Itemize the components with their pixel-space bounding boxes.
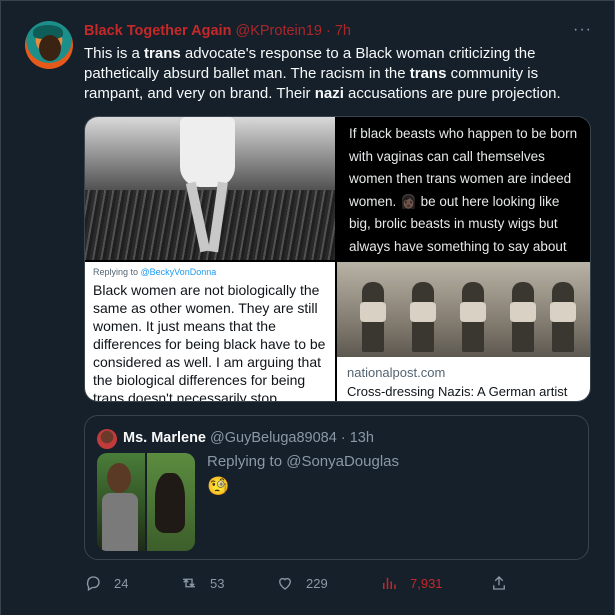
author-name[interactable]: Black Together Again	[84, 23, 231, 39]
media-grid: If black beasts who happen to be born wi…	[84, 116, 591, 402]
heart-icon	[279, 577, 291, 590]
quote-header: Ms. Marlene @GuyBeluga89084 · 13h	[123, 430, 374, 446]
archival-photo	[337, 262, 590, 357]
tweet-text-bold: trans	[144, 45, 181, 62]
like-button[interactable]: 229	[276, 574, 328, 592]
more-options-icon[interactable]: ···	[573, 21, 592, 39]
quote-image-woman	[97, 453, 145, 551]
quote-replying-to: Replying to @SonyaDouglas	[207, 453, 400, 470]
photo-skirt	[550, 302, 576, 322]
photo-skirt	[460, 302, 486, 322]
tweet-text-bold: nazi	[314, 85, 344, 102]
views-count: 7,931	[410, 575, 443, 591]
link-caption: Cross-dressing Nazis: A German artist	[347, 384, 568, 399]
author-handle[interactable]: @KProtein19	[235, 23, 321, 39]
tweet-header: Black Together Again @KProtein19 · 7h	[84, 23, 351, 39]
media-screenshot-text[interactable]: If black beasts who happen to be born wi…	[337, 117, 590, 260]
share-button[interactable]	[490, 574, 508, 592]
quote-image-ape	[147, 453, 195, 551]
tweet-text-part: accusations are pure projection.	[343, 85, 561, 102]
reply-text: Black women are not biologically the sam…	[93, 282, 326, 402]
avatar-face	[39, 35, 61, 61]
woman-head	[107, 463, 131, 493]
views-button[interactable]: 7,931	[380, 574, 443, 592]
screenshot-text: If black beasts who happen to be born wi…	[349, 126, 578, 254]
retweet-button[interactable]: 53	[180, 574, 224, 592]
like-count: 229	[306, 575, 328, 591]
woman-body	[102, 493, 138, 551]
views-chart-icon	[383, 577, 396, 589]
reply-prefix: Replying to	[93, 267, 141, 277]
reply-count: 24	[114, 575, 129, 591]
retweet-icon	[183, 578, 195, 588]
action-bar: 24 53 229 7,931	[84, 574, 594, 596]
dancer-dress	[180, 117, 235, 187]
ape-figure	[155, 473, 185, 533]
tweet-text-part: This is a	[84, 45, 145, 62]
quote-author-name[interactable]: Ms. Marlene	[123, 430, 206, 446]
quote-author-handle[interactable]: @GuyBeluga89084	[210, 430, 337, 446]
media-link-card[interactable]: nationalpost.com Cross-dressing Nazis: A…	[337, 262, 590, 401]
tweet: Black Together Again @KProtein19 · 7h ··…	[0, 0, 615, 615]
media-photo-dancer[interactable]	[85, 117, 335, 260]
quote-image[interactable]	[97, 453, 195, 551]
photo-skirt	[360, 302, 386, 322]
reply-button[interactable]: 24	[84, 574, 128, 592]
separator-dot: ·	[340, 430, 346, 446]
reply-icon	[86, 576, 100, 591]
photo-skirt	[510, 302, 536, 322]
reply-handle: @BeckyVonDonna	[140, 267, 217, 277]
tweet-time[interactable]: 7h	[335, 23, 351, 39]
tweet-text-bold: trans	[409, 65, 447, 82]
replying-to-label: Replying to @BeckyVonDonna	[93, 267, 327, 277]
share-icon	[493, 576, 505, 590]
link-domain: nationalpost.com	[347, 365, 446, 380]
photo-skirt	[410, 302, 436, 322]
quote-time[interactable]: 13h	[350, 430, 374, 446]
tweet-text: This is a trans advocate's response to a…	[84, 44, 594, 104]
author-avatar[interactable]	[25, 21, 73, 69]
separator-dot: ·	[325, 23, 331, 39]
media-screenshot-reply[interactable]: Replying to @BeckyVonDonna Black women a…	[85, 262, 335, 402]
retweet-count: 53	[210, 575, 225, 591]
quote-author-avatar[interactable]	[97, 429, 117, 449]
monocle-face-emoji: 🧐	[207, 476, 230, 496]
quoted-tweet[interactable]: Ms. Marlene @GuyBeluga89084 · 13h Replyi…	[84, 415, 589, 560]
